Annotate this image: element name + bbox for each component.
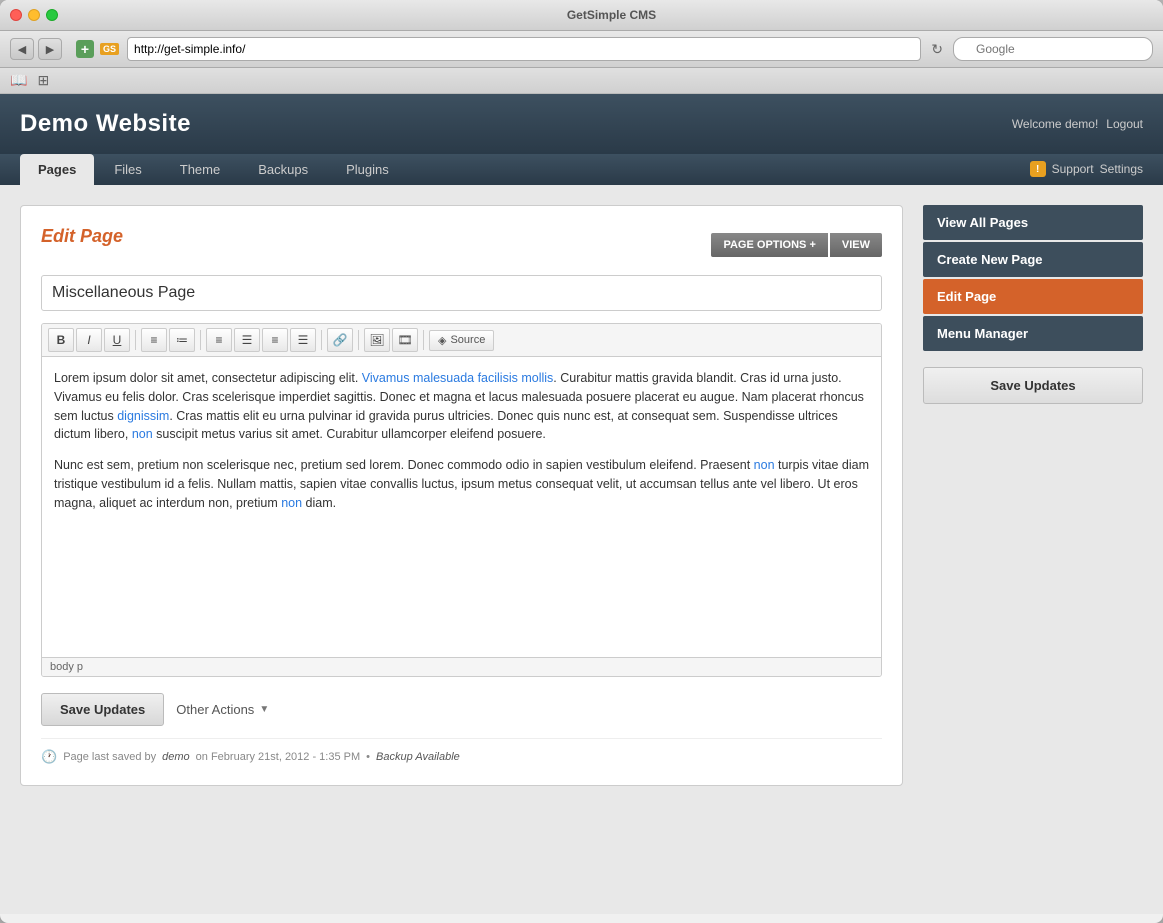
browser-window: GetSimple CMS ◀ ▶ + GS ↻ 🔍 📖 ⊞ Demo Webs…: [0, 0, 1163, 923]
bookmark-bar: 📖 ⊞: [0, 68, 1163, 94]
tab-files[interactable]: Files: [96, 154, 159, 185]
nav-buttons: ◀ ▶: [10, 38, 62, 60]
close-button[interactable]: [10, 9, 22, 21]
bottom-actions: Save Updates Other Actions ▼: [41, 693, 882, 726]
toolbar-divider-3: [321, 330, 322, 350]
tab-plugins[interactable]: Plugins: [328, 154, 407, 185]
editor-content[interactable]: Lorem ipsum dolor sit amet, consectetur …: [42, 357, 881, 657]
tab-pages[interactable]: Pages: [20, 154, 94, 185]
sidebar-item-menu-manager[interactable]: Menu Manager: [923, 316, 1143, 351]
back-button[interactable]: ◀: [10, 38, 34, 60]
toolbar-divider-4: [358, 330, 359, 350]
cms-header: Demo Website Welcome demo! Logout: [0, 94, 1163, 154]
editor-toolbar: B I U ≡ ≔ ≡ ☰ ≡ ☰ 🔗 🖼: [42, 324, 881, 357]
bold-button[interactable]: B: [48, 328, 74, 352]
ordered-list-button[interactable]: ≔: [169, 328, 195, 352]
header-actions: Welcome demo! Logout: [1012, 117, 1143, 131]
editor-container: B I U ≡ ≔ ≡ ☰ ≡ ☰ 🔗 🖼: [41, 323, 882, 677]
source-label: Source: [450, 334, 485, 346]
sidebar-save-updates-button[interactable]: Save Updates: [923, 367, 1143, 404]
page-options-button[interactable]: PAGE OPTIONS +: [711, 233, 827, 257]
search-input[interactable]: [953, 37, 1153, 61]
gs-favicon: GS: [100, 43, 119, 55]
footer-user-link[interactable]: demo: [162, 751, 190, 763]
footer-text: Page last saved by: [63, 751, 156, 763]
nav-right: ! Support Settings: [1030, 161, 1143, 185]
other-actions-button[interactable]: Other Actions ▼: [176, 702, 269, 717]
nav-tabs: Pages Files Theme Backups Plugins: [20, 154, 407, 185]
minimize-button[interactable]: [28, 9, 40, 21]
sidebar-item-edit-page[interactable]: Edit Page: [923, 279, 1143, 314]
search-wrapper: 🔍: [953, 37, 1153, 61]
window-controls: [10, 9, 58, 21]
sidebar-menu: View All Pages Create New Page Edit Page…: [923, 205, 1143, 351]
main-panel: Edit Page PAGE OPTIONS + VIEW B I U ≡ ≔: [20, 205, 903, 786]
url-bar[interactable]: [127, 37, 921, 61]
options-btn-group: PAGE OPTIONS + VIEW: [711, 233, 882, 257]
tab-theme[interactable]: Theme: [162, 154, 238, 185]
browser-titlebar: GetSimple CMS: [0, 0, 1163, 31]
other-actions-label: Other Actions: [176, 702, 254, 717]
maximize-button[interactable]: [46, 9, 58, 21]
page-options-bar: Edit Page PAGE OPTIONS + VIEW: [41, 226, 882, 263]
editor-statusbar: body p: [42, 657, 881, 676]
toolbar-divider-1: [135, 330, 136, 350]
logout-link[interactable]: Logout: [1106, 117, 1143, 131]
sidebar-item-view-all-pages[interactable]: View All Pages: [923, 205, 1143, 240]
page-title-input[interactable]: [41, 275, 882, 311]
clock-icon: 🕐: [41, 749, 57, 765]
toolbar-divider-5: [423, 330, 424, 350]
cms-wrapper: Demo Website Welcome demo! Logout Pages …: [0, 94, 1163, 914]
browser-toolbar: ◀ ▶ + GS ↻ 🔍: [0, 31, 1163, 68]
source-button[interactable]: ◈ Source: [429, 330, 494, 351]
align-justify-button[interactable]: ☰: [290, 328, 316, 352]
sidebar-item-create-new-page[interactable]: Create New Page: [923, 242, 1143, 277]
forward-button[interactable]: ▶: [38, 38, 62, 60]
page-footer: 🕐 Page last saved by demo on February 21…: [41, 738, 882, 765]
content-paragraph-2: Nunc est sem, pretium non scelerisque ne…: [54, 456, 869, 512]
save-updates-button[interactable]: Save Updates: [41, 693, 164, 726]
underline-button[interactable]: U: [104, 328, 130, 352]
align-right-button[interactable]: ≡: [262, 328, 288, 352]
view-button[interactable]: VIEW: [830, 233, 882, 257]
footer-date: on February 21st, 2012 - 1:35 PM: [196, 751, 360, 763]
source-icon: ◈: [438, 334, 446, 347]
cms-content: Edit Page PAGE OPTIONS + VIEW B I U ≡ ≔: [0, 185, 1163, 806]
refresh-button[interactable]: ↻: [927, 41, 947, 58]
support-link[interactable]: Support: [1052, 162, 1094, 176]
italic-button[interactable]: I: [76, 328, 102, 352]
toolbar-divider-2: [200, 330, 201, 350]
unordered-list-button[interactable]: ≡: [141, 328, 167, 352]
bookmarks-icon[interactable]: 📖: [10, 72, 27, 89]
content-paragraph-1: Lorem ipsum dolor sit amet, consectetur …: [54, 369, 869, 444]
align-center-button[interactable]: ☰: [234, 328, 260, 352]
backup-link[interactable]: Backup Available: [376, 751, 460, 763]
cms-nav: Pages Files Theme Backups Plugins ! Supp…: [0, 154, 1163, 185]
window-title: GetSimple CMS: [70, 8, 1153, 22]
tab-backups[interactable]: Backups: [240, 154, 326, 185]
grid-icon[interactable]: ⊞: [37, 72, 49, 89]
settings-link[interactable]: Settings: [1100, 162, 1143, 176]
support-badge: !: [1030, 161, 1046, 177]
insert-media-button[interactable]: 🎞: [392, 328, 418, 352]
footer-separator: •: [366, 751, 370, 763]
site-name: Demo Website: [20, 110, 191, 138]
link-button[interactable]: 🔗: [327, 328, 353, 352]
edit-page-heading: Edit Page: [41, 226, 123, 247]
new-tab-button[interactable]: +: [76, 40, 94, 58]
align-left-button[interactable]: ≡: [206, 328, 232, 352]
welcome-text: Welcome demo!: [1012, 117, 1098, 131]
sidebar: View All Pages Create New Page Edit Page…: [923, 205, 1143, 786]
dropdown-arrow-icon: ▼: [259, 704, 269, 715]
insert-image-button[interactable]: 🖼: [364, 328, 390, 352]
